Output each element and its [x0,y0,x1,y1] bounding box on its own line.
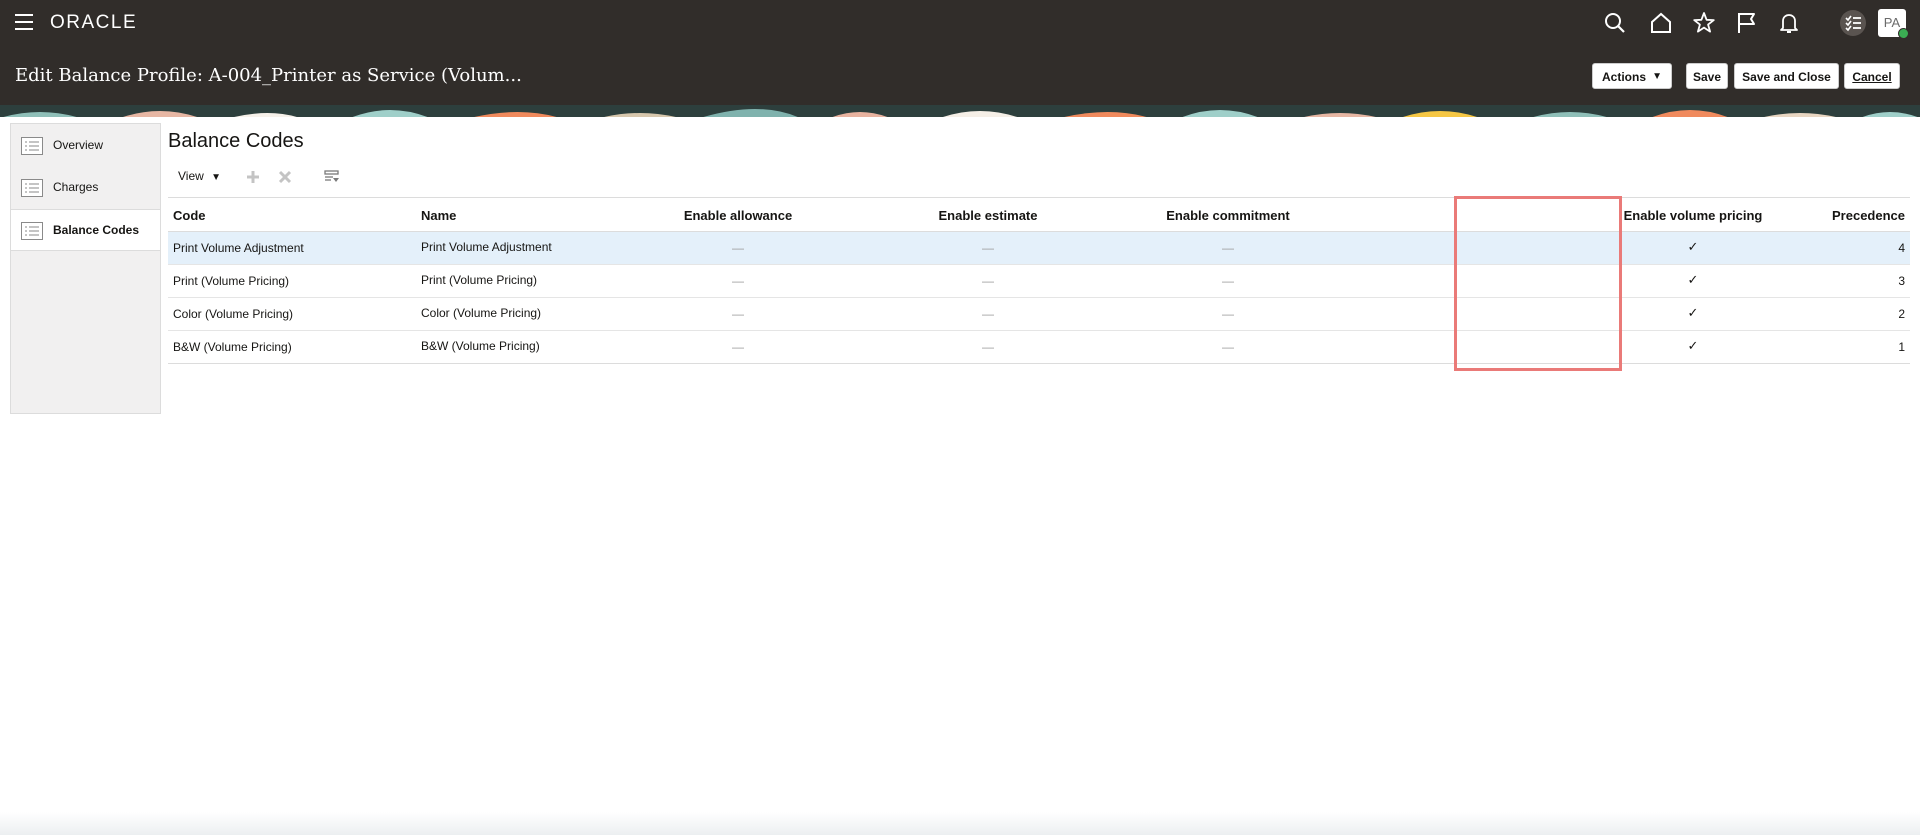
table-row[interactable]: Print Volume Adjustment Print Volume Adj… [168,232,1910,265]
view-label: View [178,169,204,183]
column-header-enable-commitment[interactable]: Enable commitment [1128,198,1328,233]
cell-name: B&W (Volume Pricing) [421,339,540,353]
checkmark-icon: ✓ [1687,305,1699,320]
nav-label: Charges [53,180,99,194]
list-icon [21,222,43,240]
cell-name: Print (Volume Pricing) [421,273,538,287]
nav-item-overview[interactable]: Overview [11,125,160,165]
presence-status-icon [1898,28,1909,39]
cell-enable-estimate: — [982,307,994,321]
delete-row-icon[interactable] [275,167,295,187]
column-header-enable-estimate[interactable]: Enable estimate [898,198,1078,233]
cell-precedence: 2 [1898,307,1905,321]
cell-precedence: 3 [1898,274,1905,288]
global-header: ORACLE PA [0,0,1920,47]
cell-enable-estimate: — [982,241,994,255]
cell-name: Print Volume Adjustment [421,240,552,254]
table-row[interactable]: B&W (Volume Pricing) B&W (Volume Pricing… [168,331,1910,364]
actions-label: Actions [1602,70,1647,84]
list-icon [21,137,43,155]
flag-icon[interactable] [1734,10,1760,36]
home-icon[interactable] [1648,10,1674,36]
checkmark-icon: ✓ [1687,272,1699,287]
save-and-close-button[interactable]: Save and Close [1734,63,1839,89]
cell-enable-allowance: — [732,340,744,354]
cell-enable-allowance: — [732,307,744,321]
column-header-name[interactable]: Name [421,198,456,233]
cell-enable-commitment: — [1222,274,1234,288]
avatar-initials: PA [1883,15,1901,30]
cell-enable-commitment: — [1222,307,1234,321]
cell-enable-estimate: — [982,340,994,354]
cell-enable-commitment: — [1222,340,1234,354]
task-list-icon[interactable] [1840,10,1866,36]
nav-label: Overview [53,138,104,152]
bottom-edge [0,812,1920,835]
save-button[interactable]: Save [1686,63,1728,89]
table-row[interactable]: Color (Volume Pricing) Color (Volume Pri… [168,298,1910,331]
table-row[interactable]: Print (Volume Pricing) Print (Volume Pri… [168,265,1910,298]
cell-name: Color (Volume Pricing) [421,306,542,320]
nav-label: Balance Codes [53,223,140,237]
cell-enable-allowance: — [732,241,744,255]
column-header-code[interactable]: Code [173,198,206,233]
notifications-bell-icon[interactable] [1776,10,1802,36]
dropdown-arrow-icon: ▼ [1652,71,1662,82]
cell-enable-commitment: — [1222,241,1234,255]
dropdown-arrow-icon: ▼ [211,172,222,183]
checkmark-icon: ✓ [1687,338,1699,353]
decorative-banner [0,105,1920,117]
column-header-precedence[interactable]: Precedence [1768,198,1905,233]
nav-item-charges[interactable]: Charges [11,167,160,207]
actions-menu-button[interactable]: Actions ▼ [1592,63,1672,89]
cell-code: Print Volume Adjustment [173,241,304,255]
section-title: Balance Codes [168,130,304,152]
nav-item-balance-codes[interactable]: Balance Codes [11,209,160,251]
oracle-logo: ORACLE [50,12,138,33]
menu-icon[interactable] [15,14,33,30]
list-icon [21,179,43,197]
page-title: Edit Balance Profile: A-004_Printer as S… [15,65,522,86]
favorites-star-icon[interactable] [1691,10,1717,36]
cell-enable-allowance: — [732,274,744,288]
side-navigation: Overview Charges Balance Codes [10,123,161,414]
view-menu-button[interactable]: View ▼ [178,169,221,183]
cell-code: Print (Volume Pricing) [173,274,290,288]
cell-enable-estimate: — [982,274,994,288]
cancel-button[interactable]: Cancel [1844,63,1900,89]
checkmark-icon: ✓ [1687,239,1699,254]
cell-code: Color (Volume Pricing) [173,307,294,321]
column-header-enable-volume-pricing[interactable]: Enable volume pricing [1618,198,1768,233]
freeze-columns-icon[interactable] [322,167,342,187]
user-avatar[interactable]: PA [1878,9,1909,39]
table-header-row: Code Name Enable allowance Enable estima… [168,197,1910,232]
cell-code: B&W (Volume Pricing) [173,340,292,354]
cell-precedence: 4 [1898,241,1905,255]
column-header-enable-allowance[interactable]: Enable allowance [643,198,833,233]
cell-precedence: 1 [1898,340,1905,354]
search-icon[interactable] [1602,10,1628,36]
add-row-icon[interactable] [243,167,263,187]
